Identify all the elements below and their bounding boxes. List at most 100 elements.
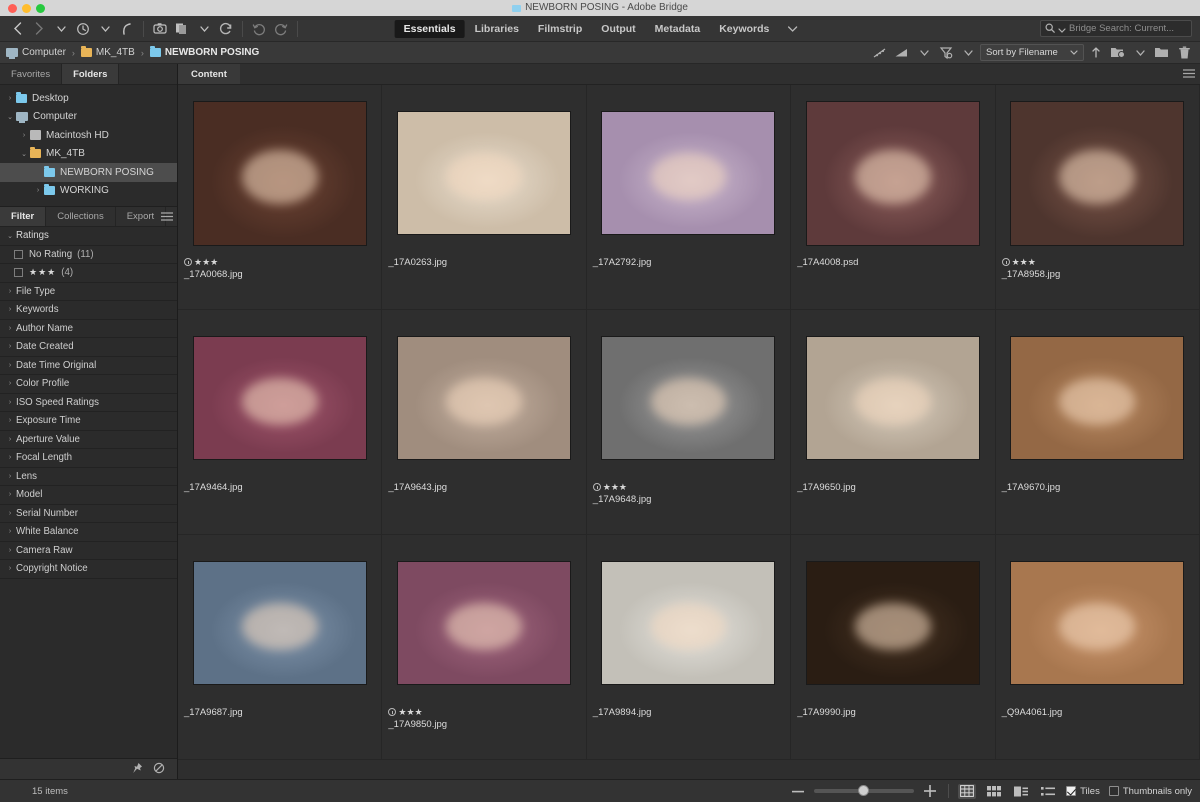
checkbox[interactable] — [14, 249, 23, 259]
filter-group-copyright-notice[interactable]: › Copyright Notice — [0, 560, 177, 579]
thumbnail-view-icon[interactable] — [985, 784, 1003, 799]
chevron-right-icon[interactable]: › — [4, 473, 16, 480]
thumbnail-size-slider[interactable] — [789, 784, 939, 799]
search-box[interactable] — [1040, 20, 1192, 37]
chevron-right-icon[interactable]: › — [4, 436, 16, 443]
batch-rename-icon[interactable] — [171, 18, 193, 40]
recent-clock-icon[interactable] — [72, 18, 94, 40]
filter-rating-three-stars[interactable]: ★★★ (4) — [0, 264, 177, 283]
filter-group-camera-raw[interactable]: › Camera Raw — [0, 542, 177, 560]
chevron-right-icon[interactable]: › — [4, 565, 16, 572]
go-parent-icon[interactable] — [116, 18, 138, 40]
thumbnail-cell[interactable]: ★★★ _17A8958.jpg — [995, 85, 1200, 310]
thumbnail-cell[interactable]: _17A9670.jpg — [995, 310, 1200, 535]
chevron-right-icon[interactable]: › — [18, 132, 30, 139]
chevron-right-icon[interactable]: › — [4, 343, 16, 350]
filter-group-model[interactable]: › Model — [0, 486, 177, 505]
workspace-metadata[interactable]: Metadata — [646, 20, 710, 38]
thumbnail-image[interactable] — [601, 561, 776, 685]
thumbnail-cell[interactable]: _17A9464.jpg — [178, 310, 383, 535]
thumbnail-image[interactable] — [805, 100, 980, 246]
breadcrumb-newborn-posing[interactable]: NEWBORN POSING — [149, 46, 259, 58]
chevron-down-icon[interactable] — [958, 43, 978, 63]
trash-icon[interactable] — [1174, 43, 1194, 63]
star-rating-icon[interactable]: ★★★ — [603, 482, 627, 493]
filter-group-keywords[interactable]: › Keywords — [0, 301, 177, 320]
tab-folders[interactable]: Folders — [62, 64, 120, 84]
filter-group-date-time-original[interactable]: › Date Time Original — [0, 357, 177, 375]
chevron-right-icon[interactable]: › — [4, 306, 16, 313]
chevron-right-icon[interactable]: › — [4, 95, 16, 102]
sort-by-select[interactable]: Sort by Filename — [980, 44, 1084, 61]
thumbnail-image[interactable] — [601, 111, 776, 235]
chevron-right-icon[interactable]: › — [4, 362, 16, 369]
filter-group-exposure-time[interactable]: › Exposure Time — [0, 412, 177, 431]
thumbnail-cell[interactable]: _17A0263.jpg — [382, 85, 587, 310]
chevron-right-icon[interactable]: › — [4, 491, 16, 498]
tree-item-computer[interactable]: ⌄ Computer — [0, 108, 177, 127]
filter-group-color-profile[interactable]: › Color Profile — [0, 375, 177, 394]
tree-item-working[interactable]: › WORKING — [0, 182, 177, 201]
chevron-down-icon[interactable] — [1130, 43, 1150, 63]
slider-knob[interactable] — [858, 785, 870, 796]
filter-criteria-list[interactable]: ⌄ Ratings No Rating (11) ★★★ (4) › File … — [0, 227, 177, 758]
filter-group-focal-length[interactable]: › Focal Length — [0, 449, 177, 468]
sort-ascending-icon[interactable] — [1086, 43, 1106, 63]
thumbnail-image[interactable] — [805, 561, 980, 685]
thumbnail-cell[interactable]: _17A9687.jpg — [178, 535, 383, 760]
chevron-right-icon[interactable]: › — [4, 417, 16, 424]
filter-group-file-type[interactable]: › File Type — [0, 283, 177, 301]
filter-group-ratings[interactable]: ⌄ Ratings — [0, 227, 177, 246]
thumbnail-image[interactable] — [192, 100, 367, 246]
new-subfolder-icon[interactable] — [1108, 43, 1128, 63]
tab-export[interactable]: Export — [116, 207, 167, 226]
chevron-right-icon[interactable]: › — [32, 187, 44, 194]
workspace-filmstrip[interactable]: Filmstrip — [529, 20, 591, 38]
thumbnail-image[interactable] — [397, 111, 572, 235]
thumbnail-grid[interactable]: ★★★ _17A0068.jpg _17A0263.jpg _17A2792.jpg _… — [178, 85, 1200, 779]
thumbnail-image[interactable] — [805, 336, 980, 460]
thumbnail-image[interactable] — [192, 336, 367, 460]
zoom-out-icon[interactable] — [789, 784, 807, 799]
thumbnail-rating[interactable]: ★★★ — [184, 257, 375, 267]
chevron-down-icon[interactable]: ⌄ — [18, 150, 30, 158]
chevron-down-icon[interactable] — [914, 43, 934, 63]
chevron-right-icon[interactable]: › — [4, 288, 16, 295]
filter-rating-no-rating[interactable]: No Rating (11) — [0, 246, 177, 264]
thumbnail-image[interactable] — [397, 336, 572, 460]
thumbnail-image[interactable] — [1010, 336, 1185, 460]
chevron-down-icon[interactable] — [50, 18, 72, 40]
funnel-filter-icon[interactable] — [936, 43, 956, 63]
thumbnail-image[interactable] — [397, 561, 572, 685]
workspace-output[interactable]: Output — [592, 20, 644, 38]
tiles-checkbox[interactable]: Tiles — [1066, 786, 1100, 797]
filter-group-white-balance[interactable]: › White Balance — [0, 523, 177, 542]
chevron-down-icon[interactable] — [1058, 20, 1066, 38]
thumbnail-rating[interactable]: ★★★ — [1001, 257, 1193, 267]
sort-icon[interactable] — [892, 43, 912, 63]
panel-menu-icon[interactable] — [161, 212, 173, 224]
chevron-right-icon[interactable]: › — [4, 399, 16, 406]
tree-item-mk4tb[interactable]: ⌄ MK_4TB — [0, 145, 177, 164]
thumbnail-rating[interactable]: ★★★ — [388, 707, 579, 717]
rotate-clockwise-icon[interactable] — [270, 18, 292, 40]
workspace-keywords[interactable]: Keywords — [710, 20, 778, 38]
thumbnail-cell[interactable]: _17A9894.jpg — [586, 535, 792, 760]
refine-icon[interactable] — [215, 18, 237, 40]
thumbnail-image[interactable] — [192, 561, 367, 685]
filter-group-aperture-value[interactable]: › Aperture Value — [0, 431, 177, 449]
tab-filter[interactable]: Filter — [0, 207, 47, 226]
checkbox[interactable] — [1108, 786, 1119, 796]
chevron-down-icon[interactable]: ⌄ — [4, 232, 16, 240]
panel-menu-icon[interactable] — [1183, 69, 1195, 81]
filter-group-author-name[interactable]: › Author Name — [0, 320, 177, 338]
thumbnail-cell[interactable]: _17A2792.jpg — [586, 85, 792, 310]
chevron-down-icon[interactable] — [94, 18, 116, 40]
no-entry-icon[interactable] — [153, 762, 165, 777]
thumbnail-cell[interactable]: ★★★ _17A9850.jpg — [382, 535, 587, 760]
chevron-down-icon[interactable]: ⌄ — [4, 113, 16, 121]
grid-view-icon[interactable] — [958, 783, 977, 799]
zoom-in-icon[interactable] — [921, 784, 939, 799]
filter-group-date-created[interactable]: › Date Created — [0, 338, 177, 357]
chevron-right-icon[interactable]: › — [4, 510, 16, 517]
